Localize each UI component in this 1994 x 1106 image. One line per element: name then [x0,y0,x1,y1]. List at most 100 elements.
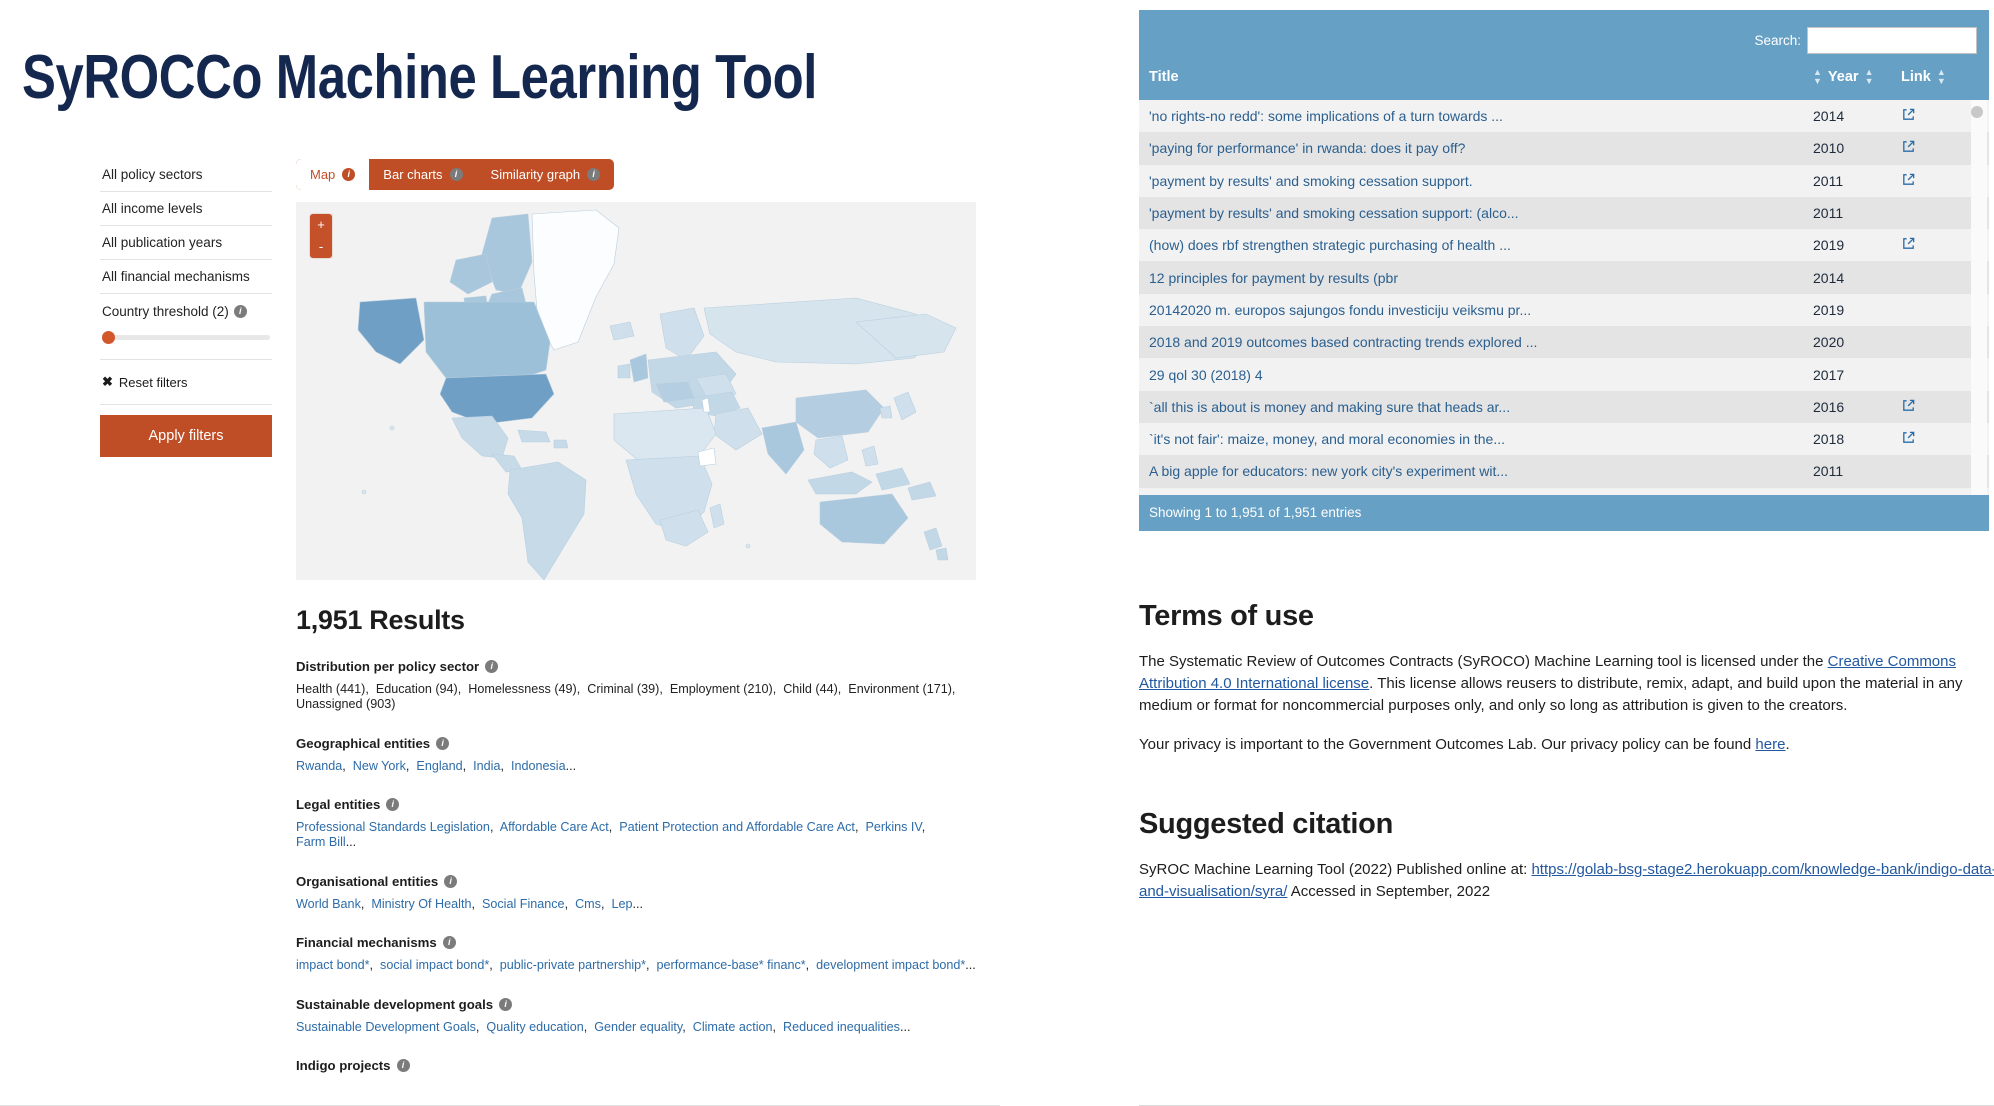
row-link-cell[interactable] [1901,430,1977,448]
table-row[interactable]: `all this is about is money and making s… [1139,390,1989,423]
row-link-cell[interactable] [1901,172,1977,190]
close-x-icon: ✖ [102,374,113,389]
entity-link[interactable]: Professional Standards Legislation [296,820,490,834]
tab-map[interactable]: Map i [296,159,370,190]
row-title[interactable]: 12 principles for payment by results (pb… [1149,270,1813,286]
apply-filters-button[interactable]: Apply filters [100,415,272,457]
table-row[interactable]: `it's not fair': maize, money, and moral… [1139,422,1989,456]
table-row[interactable]: A big apple for educators: new york city… [1139,455,1989,488]
table-row[interactable]: 'payment by results' and smoking cessati… [1139,164,1989,197]
entity-link[interactable]: Cms [575,897,601,911]
entity-link[interactable]: India [473,759,500,773]
entity-link[interactable]: performance-base* financ* [657,958,806,972]
info-icon[interactable]: i [499,997,513,1011]
filter-income-levels[interactable]: All income levels [100,191,272,225]
entity-link[interactable]: social impact bond* [380,958,489,972]
column-header-link[interactable]: Link ▲ ▼ [1901,68,1977,86]
row-title[interactable]: 2018 and 2019 outcomes based contracting… [1149,334,1813,350]
table-row[interactable]: A case study of a public private partner… [1139,487,1989,495]
external-link-icon[interactable] [1901,236,1916,254]
world-map-panel[interactable]: + - [296,202,976,580]
search-input[interactable] [1807,27,1977,54]
info-icon[interactable]: i [342,168,356,181]
entity-link[interactable]: Gender equality [594,1020,682,1034]
entity-link[interactable]: Patient Protection and Affordable Care A… [619,820,855,834]
table-body[interactable]: 'no rights-no redd': some implications o… [1139,100,1989,495]
filter-publication-years[interactable]: All publication years [100,225,272,259]
info-icon[interactable]: i [436,736,450,750]
sector-count: Environment (171) [848,682,952,696]
entity-link[interactable]: Climate action [693,1020,773,1034]
external-link-icon[interactable] [1901,107,1916,125]
info-icon[interactable]: i [444,874,458,888]
row-title[interactable]: 'payment by results' and smoking cessati… [1149,205,1813,221]
filter-financial-mechanisms[interactable]: All financial mechanisms [100,259,272,293]
sort-icon[interactable]: ▲ ▼ [1813,68,1822,86]
entity-link[interactable]: Farm Bill [296,835,346,849]
info-icon[interactable]: i [442,936,456,950]
row-title[interactable]: 'payment by results' and smoking cessati… [1149,173,1813,189]
entity-link[interactable]: Sustainable Development Goals [296,1020,476,1034]
external-link-icon[interactable] [1901,398,1916,416]
table-row[interactable]: 20142020 m. europos sajungos fondu inves… [1139,293,1989,327]
table-row[interactable]: 'payment by results' and smoking cessati… [1139,196,1989,230]
entity-link[interactable]: Perkins IV [865,820,921,834]
entity-link[interactable]: public-private partnership* [500,958,646,972]
row-title[interactable]: 20142020 m. europos sajungos fondu inves… [1149,302,1813,318]
row-link-cell[interactable] [1901,398,1977,416]
column-header-year[interactable]: ▲ ▼ Year ▲ ▼ [1813,68,1901,86]
country-threshold-slider[interactable] [102,331,270,344]
reset-filters-button[interactable]: ✖ Reset filters [102,374,188,390]
tab-similarity-graph[interactable]: Similarity graph i [477,159,615,190]
zoom-in-icon[interactable]: + [310,214,332,236]
info-icon[interactable]: i [485,660,499,673]
row-title[interactable]: `it's not fair': maize, money, and moral… [1149,431,1813,447]
tab-bar-charts[interactable]: Bar charts i [369,159,476,190]
entity-link[interactable]: Rwanda [296,759,342,773]
external-link-icon[interactable] [1901,430,1916,448]
column-header-title[interactable]: Title [1149,69,1813,85]
sort-icon[interactable]: ▲ ▼ [1865,68,1874,86]
table-scrollbar[interactable] [1971,100,1987,495]
scrollbar-thumb[interactable] [1971,106,1983,118]
entity-link[interactable]: Lep [611,897,632,911]
zoom-out-icon[interactable]: - [310,236,332,258]
table-row[interactable]: 'paying for performance' in rwanda: does… [1139,132,1989,165]
info-icon[interactable]: i [449,168,463,181]
row-title[interactable]: A big apple for educators: new york city… [1149,463,1813,479]
info-icon[interactable]: i [233,305,247,318]
entity-link[interactable]: Reduced inequalities [783,1020,900,1034]
row-title[interactable]: `all this is about is money and making s… [1149,399,1813,415]
table-row[interactable]: 12 principles for payment by results (pb… [1139,261,1989,294]
entity-link[interactable]: impact bond* [296,958,370,972]
row-title[interactable]: 'no rights-no redd': some implications o… [1149,108,1813,124]
entity-link[interactable]: Social Finance [482,897,565,911]
row-title[interactable]: 'paying for performance' in rwanda: does… [1149,140,1813,156]
table-row[interactable]: 29 qol 30 (2018) 4 2017 [1139,358,1989,391]
privacy-policy-link[interactable]: here [1755,736,1785,753]
table-row[interactable]: (how) does rbf strengthen strategic purc… [1139,229,1989,262]
external-link-icon[interactable] [1901,172,1916,190]
table-row[interactable]: 2018 and 2019 outcomes based contracting… [1139,326,1989,359]
entity-link[interactable]: development impact bond* [816,958,965,972]
entity-link[interactable]: Affordable Care Act [500,820,609,834]
entity-link[interactable]: World Bank [296,897,361,911]
entity-link[interactable]: New York [353,759,406,773]
filter-policy-sectors[interactable]: All policy sectors [100,158,272,191]
row-link-cell[interactable] [1901,236,1977,254]
row-link-cell[interactable] [1901,107,1977,125]
info-icon[interactable]: i [587,168,601,181]
entity-link[interactable]: Indonesia [511,759,566,773]
sort-icon[interactable]: ▲ ▼ [1937,68,1946,86]
info-icon[interactable]: i [386,798,400,812]
entity-link[interactable]: Quality education [486,1020,583,1034]
table-row[interactable]: 'no rights-no redd': some implications o… [1139,100,1989,133]
slider-thumb[interactable] [102,331,115,344]
row-title[interactable]: 29 qol 30 (2018) 4 [1149,367,1813,383]
info-icon[interactable]: i [396,1058,410,1072]
entity-link[interactable]: England [416,759,462,773]
row-link-cell[interactable] [1901,139,1977,157]
external-link-icon[interactable] [1901,139,1916,157]
entity-link[interactable]: Ministry Of Health [371,897,471,911]
row-title[interactable]: (how) does rbf strengthen strategic purc… [1149,237,1813,253]
